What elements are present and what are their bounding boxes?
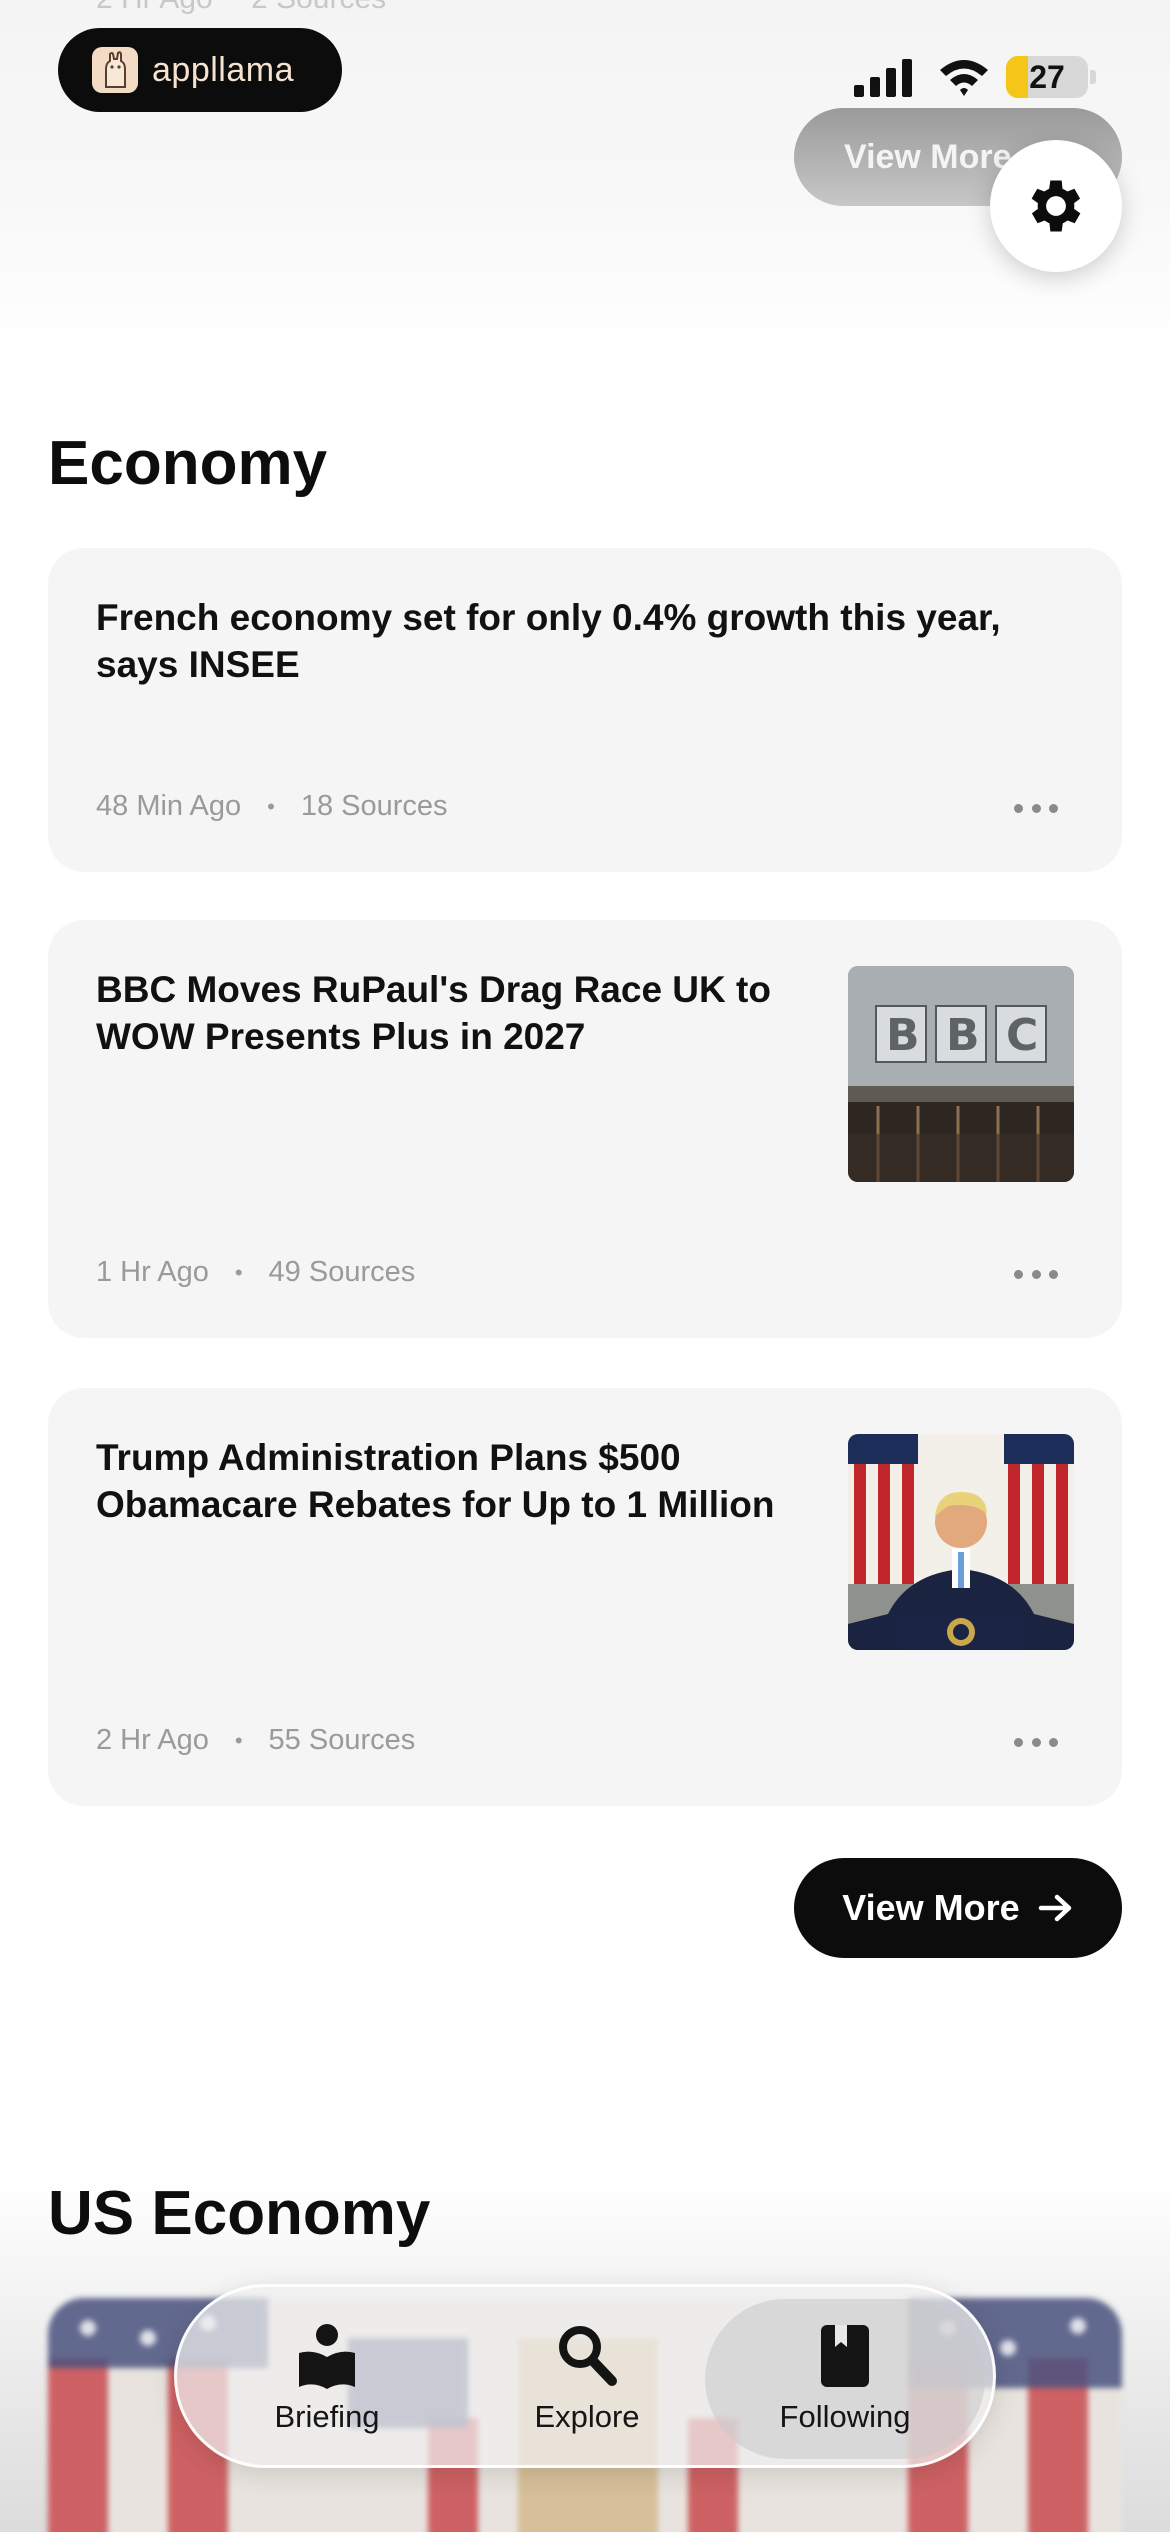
tab-label: Explore [534,2399,640,2434]
app-badge[interactable]: appllama [58,28,342,112]
article-time: 48 Min Ago [96,790,242,822]
article-time: 1 Hr Ago [96,1256,209,1288]
meta-separator: • [267,793,275,819]
meta-separator: • [234,1727,243,1753]
more-options-icon[interactable] [1014,1268,1058,1280]
previous-view-more-label: View More [844,137,1012,176]
section-title-economy: Economy [48,429,328,498]
article-sources: 55 Sources [268,1724,416,1756]
view-more-button[interactable]: View More [794,1858,1122,1958]
article-meta: 1 Hr Ago • 49 Sources [96,1256,415,1289]
battery-tip [1090,70,1096,84]
search-icon [559,2326,617,2386]
arrow-right-icon [1038,1894,1071,1922]
app-badge-label: appllama [152,50,294,89]
article-card[interactable]: BBC Moves RuPaul's Drag Race UK to WOW P… [48,920,1122,1338]
tab-bar: Briefing Explore Following [174,2284,996,2468]
meta-separator: • [234,1259,243,1285]
article-headline: Trump Administration Plans $500 Obamacar… [96,1437,775,1525]
article-thumbnail-bbc: BBC [848,966,1074,1182]
more-options-icon[interactable] [1014,1736,1058,1748]
previous-meta-sources: 2 Sources [251,0,386,15]
book-person-icon [299,2324,355,2389]
article-thumbnail-press-briefing [848,1434,1074,1650]
article-headline: BBC Moves RuPaul's Drag Race UK to WOW P… [96,969,771,1057]
cellular-signal-icon [854,59,912,97]
article-sources: 18 Sources [300,790,448,822]
article-meta: 2 Hr Ago • 55 Sources [96,1724,415,1757]
tab-label: Following [779,2399,911,2434]
llama-logo-icon [92,47,138,93]
battery-percentage: 27 [1029,58,1065,95]
tab-label: Briefing [274,2399,380,2434]
tab-explore[interactable]: Explore [467,2287,707,2471]
article-sources: 49 Sources [268,1256,416,1288]
svg-text:B: B [886,1010,920,1061]
battery-fill [1006,56,1029,98]
svg-text:C: C [1006,1010,1038,1061]
bookmark-book-icon [821,2325,869,2387]
article-headline: French economy set for only 0.4% growth … [96,597,1001,685]
settings-button[interactable] [990,140,1122,272]
previous-card-meta: 2 Hr Ago 2 Sources [96,0,416,16]
svg-text:B: B [946,1010,980,1061]
gear-icon [1031,180,1081,232]
article-time: 2 Hr Ago [96,1724,209,1756]
article-card[interactable]: French economy set for only 0.4% growth … [48,548,1122,872]
tab-briefing[interactable]: Briefing [207,2287,447,2471]
status-icons: 27 [854,52,1096,102]
tab-following[interactable]: Following [705,2299,985,2459]
article-meta: 48 Min Ago • 18 Sources [96,790,448,823]
more-options-icon[interactable] [1014,802,1058,814]
view-more-label: View More [842,1887,1020,1928]
section-title-us-economy: US Economy [48,2179,431,2248]
wifi-icon [940,60,988,96]
article-card[interactable]: Trump Administration Plans $500 Obamacar… [48,1388,1122,1806]
previous-meta-time: 2 Hr Ago [96,0,213,15]
battery-indicator: 27 [1006,56,1088,98]
